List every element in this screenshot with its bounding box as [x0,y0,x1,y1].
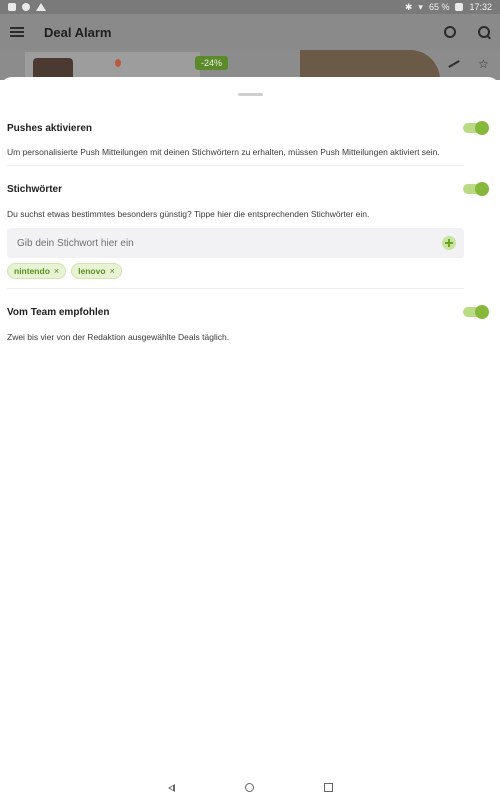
discount-badge: -24% [195,56,229,70]
keyword-chip[interactable]: nintendo × [7,263,67,279]
wifi-icon: ▾ [418,1,423,12]
app-bar-actions [444,26,490,38]
add-keyword-button[interactable] [442,236,456,250]
drag-handle[interactable] [238,93,263,96]
status-right-icons: ✱ ▾ 65 % 17:32 [405,2,492,13]
toggle-team[interactable] [463,305,489,319]
battery-icon [455,3,464,11]
keyword-chip-label: lenovo [78,266,106,276]
setting-description-keywords: Du suchst etwas bestimmtes besonders gün… [7,209,370,219]
setting-description-pushes: Um personalisierte Push Mitteilungen mit… [7,147,440,157]
battery-percent: 65 % [428,2,450,12]
search-icon[interactable] [478,26,490,38]
recent-apps-icon[interactable] [323,783,333,792]
deal-image [300,50,440,80]
flame-icon [115,59,121,67]
home-icon[interactable] [244,783,254,792]
status-left-icons [8,3,46,11]
status-bar: ✱ ▾ 65 % 17:32 [0,0,500,14]
background-deal-list: -24% ☆ [0,50,500,80]
menu-icon[interactable] [10,27,24,37]
gear-icon[interactable] [444,26,456,38]
remove-keyword-icon[interactable]: × [54,266,59,276]
shield-icon [22,3,30,11]
notification-icon [8,3,16,11]
navigation-bar [0,775,500,800]
setting-title-pushes: Pushes aktivieren [7,123,93,134]
toggle-keywords[interactable] [463,182,489,196]
app-bar: Deal Alarm [0,14,500,50]
divider [7,165,464,166]
share-icon [448,58,460,70]
back-icon[interactable] [167,783,175,792]
toggle-pushes[interactable] [463,121,489,135]
deal-card: -24% [25,52,229,80]
page-title: Deal Alarm [44,24,112,40]
keyword-input-container [7,228,464,258]
clock: 17:32 [469,2,492,12]
star-icon: ☆ [478,57,489,71]
remove-keyword-icon[interactable]: × [110,266,115,276]
setting-title-team: Vom Team empfohlen [7,307,110,318]
keyword-input[interactable] [15,236,439,250]
deal-alarm-sheet: Pushes aktivieren Um personalisierte Pus… [0,77,500,775]
divider [7,288,464,289]
setting-description-team: Zwei bis vier von der Redaktion ausgewäh… [7,332,230,342]
keyword-chip-label: nintendo [14,266,50,276]
bluetooth-icon: ✱ [404,1,413,12]
keyword-chips: nintendo × lenovo × [7,263,122,279]
setting-title-keywords: Stichwörter [7,184,63,195]
warning-icon [36,3,46,11]
keyword-chip[interactable]: lenovo × [71,263,122,279]
